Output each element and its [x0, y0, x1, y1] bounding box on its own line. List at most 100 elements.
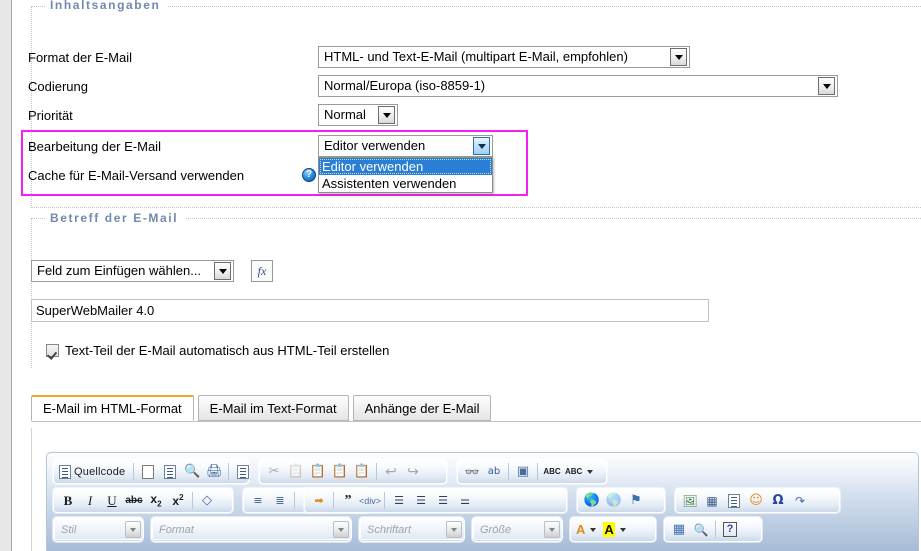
- maximize-icon: 🔍: [693, 522, 709, 537]
- spellcheck-icon: ABC: [543, 467, 561, 476]
- anchor-button[interactable]: ⚑: [625, 490, 647, 511]
- remove-format-button[interactable]: ◇: [196, 490, 218, 511]
- cut-button[interactable]: ✂: [263, 461, 285, 482]
- strikethrough-button[interactable]: abc: [123, 490, 145, 511]
- select-priority[interactable]: Normal: [318, 104, 398, 126]
- page-break-button[interactable]: ↷: [789, 490, 811, 511]
- chevron-down-icon[interactable]: [446, 521, 462, 538]
- text-color-button[interactable]: A: [574, 519, 601, 540]
- align-left-icon: ☰: [394, 494, 404, 507]
- about-button[interactable]: ?: [719, 519, 741, 540]
- auto-text-part-checkbox-row[interactable]: Text-Teil der E-Mail automatisch aus HTM…: [46, 343, 389, 358]
- select-email-format[interactable]: HTML- und Text-E-Mail (multipart E-Mail,…: [318, 46, 690, 68]
- italic-button[interactable]: I: [79, 490, 101, 511]
- new-page-button[interactable]: [137, 461, 159, 482]
- bulleted-list-button[interactable]: ≣: [269, 490, 291, 511]
- font-select-value: Schriftart: [367, 523, 412, 536]
- subscript-button[interactable]: x2: [145, 490, 167, 511]
- select-all-button[interactable]: ▣: [512, 461, 534, 482]
- copy-button[interactable]: 📋: [285, 461, 307, 482]
- horizontal-rule-button[interactable]: [723, 490, 745, 511]
- remove-format-icon: ◇: [202, 493, 212, 508]
- background-color-icon: A: [603, 522, 615, 537]
- outdent-button[interactable]: ➡: [308, 490, 330, 511]
- superscript-button[interactable]: x2: [167, 490, 189, 511]
- smiley-button[interactable]: ☺: [745, 490, 767, 511]
- align-center-icon: ☰: [416, 494, 426, 507]
- chevron-down-icon[interactable]: [670, 48, 687, 66]
- insert-function-button[interactable]: fx: [251, 260, 273, 282]
- bold-button[interactable]: B: [57, 490, 79, 511]
- style-select[interactable]: Stil: [54, 519, 144, 540]
- image-button[interactable]: 🖼: [679, 490, 701, 511]
- select-email-editing[interactable]: Editor verwenden: [318, 135, 493, 157]
- blockquote-button[interactable]: ”: [337, 490, 359, 511]
- select-encoding[interactable]: Normal/Europa (iso-8859-1): [318, 75, 838, 97]
- spellcheck-as-you-type-button[interactable]: ABC: [563, 461, 598, 482]
- show-blocks-button[interactable]: ▦: [668, 519, 690, 540]
- undo-button[interactable]: ↩: [380, 461, 402, 482]
- chevron-down-icon[interactable]: [818, 77, 835, 95]
- text-color-icon: A: [576, 522, 586, 537]
- toolbar-group-size: Größe: [472, 517, 563, 542]
- chevron-down-icon[interactable]: [214, 262, 231, 280]
- underline-button[interactable]: U: [101, 490, 123, 511]
- select-insert-field[interactable]: Feld zum Einfügen wählen...: [31, 260, 234, 282]
- select-all-icon: ▣: [516, 464, 530, 479]
- undo-icon: ↩: [385, 463, 397, 480]
- email-editing-dropdown-list[interactable]: Editor verwenden Assistenten verwenden: [318, 157, 493, 193]
- format-select[interactable]: Format: [152, 519, 352, 540]
- spellcheck-as-you-type-icon: ABC: [565, 467, 583, 476]
- chevron-down-icon[interactable]: [544, 521, 560, 538]
- align-justify-button[interactable]: ⚌: [454, 490, 476, 511]
- numbered-list-button[interactable]: ≡: [247, 490, 269, 511]
- unlink-icon: 🌎: [605, 493, 623, 508]
- create-div-icon: <div>: [358, 495, 382, 506]
- chevron-down-icon[interactable]: [125, 521, 141, 538]
- font-select[interactable]: Schriftart: [360, 519, 465, 540]
- align-right-button[interactable]: ☰: [432, 490, 454, 511]
- preview-button[interactable]: 🔍: [181, 461, 203, 482]
- bold-icon: B: [63, 492, 73, 508]
- paste-from-word-button[interactable]: 📋: [351, 461, 373, 482]
- spellcheck-button[interactable]: ABC: [541, 461, 563, 482]
- paste-button[interactable]: 📋: [307, 461, 329, 482]
- chevron-down-icon[interactable]: [473, 137, 490, 155]
- chevron-down-icon[interactable]: [378, 106, 395, 124]
- toolbar-group-search: 👓 ab ▣ ABC ABC: [457, 459, 607, 484]
- maximize-button[interactable]: 🔍: [690, 519, 712, 540]
- size-select[interactable]: Größe: [473, 519, 563, 540]
- source-button[interactable]: Quellcode: [57, 461, 130, 482]
- document-properties-button[interactable]: [232, 461, 254, 482]
- redo-button[interactable]: ↪: [402, 461, 424, 482]
- unlink-button[interactable]: 🌎: [603, 490, 625, 511]
- tab-email-html-format[interactable]: E-Mail im HTML-Format: [31, 395, 194, 421]
- auto-text-part-checkbox[interactable]: [46, 344, 59, 357]
- select-encoding-value: Normal/Europa (iso-8859-1): [324, 78, 486, 93]
- table-button[interactable]: ▦: [701, 490, 723, 511]
- select-email-format-value: HTML- und Text-E-Mail (multipart E-Mail,…: [324, 49, 628, 64]
- separator: [537, 463, 538, 480]
- separator: [376, 463, 377, 480]
- templates-button[interactable]: [159, 461, 181, 482]
- subject-input[interactable]: [31, 299, 709, 322]
- help-icon[interactable]: ?: [302, 168, 316, 182]
- align-center-button[interactable]: ☰: [410, 490, 432, 511]
- chevron-down-icon[interactable]: [333, 521, 349, 538]
- document-properties-icon: [237, 464, 250, 479]
- replace-button[interactable]: ab: [483, 461, 505, 482]
- dropdown-option-assistant[interactable]: Assistenten verwenden: [319, 175, 492, 192]
- paste-text-button[interactable]: 📋: [329, 461, 351, 482]
- align-left-button[interactable]: ☰: [388, 490, 410, 511]
- background-color-button[interactable]: A: [601, 519, 630, 540]
- toolbar-group-paragraph: ➡ ” <div> ☰ ☰ ☰ ⚌: [304, 488, 567, 513]
- dropdown-option-editor[interactable]: Editor verwenden: [319, 158, 492, 175]
- print-button[interactable]: 🖨: [203, 461, 225, 482]
- tab-email-text-format[interactable]: E-Mail im Text-Format: [197, 395, 349, 421]
- find-button[interactable]: 👓: [461, 461, 483, 482]
- create-div-button[interactable]: <div>: [359, 490, 381, 511]
- link-button[interactable]: 🌎: [581, 490, 603, 511]
- toolbar-group-colors: A A: [570, 517, 656, 542]
- tab-email-attachments[interactable]: Anhänge der E-Mail: [352, 395, 492, 421]
- special-char-button[interactable]: Ω: [767, 490, 789, 511]
